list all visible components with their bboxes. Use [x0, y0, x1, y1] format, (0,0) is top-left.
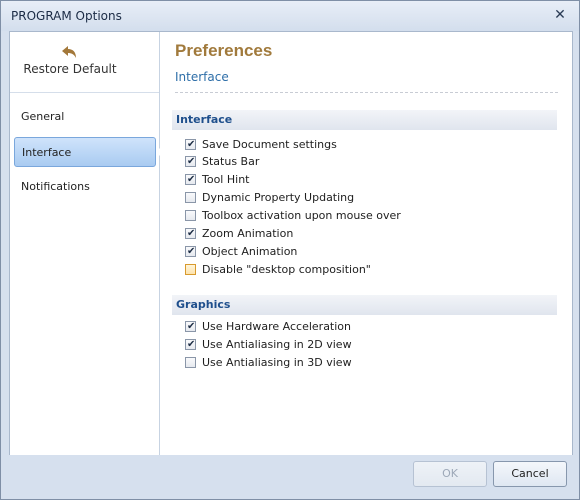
dialog-footer: OK Cancel: [1, 455, 579, 499]
cancel-button[interactable]: Cancel: [493, 461, 567, 487]
options-window: PROGRAM Options ✕ Restore Default Genera…: [0, 0, 580, 500]
checkmark-icon: ✔: [187, 156, 196, 167]
option-label: Toolbox activation upon mouse over: [202, 209, 401, 222]
sidebar-item-label: General: [21, 110, 65, 123]
undo-arrow-icon: [62, 46, 76, 58]
divider: [175, 92, 558, 93]
checkbox[interactable]: ✔: [185, 228, 196, 239]
sidebar-item-label: Notifications: [21, 180, 90, 193]
checkmark-icon: ✔: [187, 139, 196, 150]
restore-default-button[interactable]: Restore Default: [10, 32, 159, 93]
sidebar: Restore Default General Interface Notifi…: [10, 32, 163, 455]
options-frame: Restore Default General Interface Notifi…: [9, 31, 573, 456]
ok-button[interactable]: OK: [413, 461, 487, 487]
checkbox[interactable]: ✔: [185, 321, 196, 332]
window-title: PROGRAM Options: [11, 9, 122, 23]
sidebar-item-interface[interactable]: Interface: [14, 137, 163, 167]
checkbox[interactable]: [185, 264, 196, 275]
checkbox[interactable]: ✔: [185, 339, 196, 350]
section-header-graphics: Graphics: [172, 295, 557, 315]
option-label: Status Bar: [202, 155, 260, 168]
checkbox[interactable]: ✔: [185, 246, 196, 257]
checkbox[interactable]: ✔: [185, 156, 196, 167]
option-label: Tool Hint: [202, 173, 250, 186]
page-subtitle: Interface: [175, 70, 229, 84]
sidebar-item-general[interactable]: General: [14, 102, 156, 132]
checkmark-icon: ✔: [187, 174, 196, 185]
checkbox[interactable]: ✔: [185, 139, 196, 150]
checkbox[interactable]: ✔: [185, 174, 196, 185]
checkbox[interactable]: [185, 210, 196, 221]
close-icon[interactable]: ✕: [553, 8, 567, 22]
option-label: Disable "desktop composition": [202, 263, 371, 276]
option-label: Dynamic Property Updating: [202, 191, 355, 204]
checkmark-icon: ✔: [187, 246, 196, 257]
option-label: Use Hardware Acceleration: [202, 320, 352, 333]
option-label: Save Document settings: [202, 138, 337, 151]
sidebar-item-notifications[interactable]: Notifications: [14, 172, 156, 202]
option-label: Use Antialiasing in 2D view: [202, 338, 352, 351]
section-header-interface: Interface: [172, 110, 557, 130]
checkbox[interactable]: [185, 192, 196, 203]
preferences-panel: Preferences Interface Interface ✔ Save D…: [160, 32, 572, 455]
checkbox[interactable]: [185, 357, 196, 368]
title-bar: PROGRAM Options ✕: [1, 1, 579, 31]
option-label: Zoom Animation: [202, 227, 294, 240]
sidebar-item-label: Interface: [22, 146, 72, 159]
restore-default-label: Restore Default: [23, 62, 117, 76]
checkmark-icon: ✔: [187, 339, 196, 350]
option-label: Object Animation: [202, 245, 298, 258]
checkmark-icon: ✔: [187, 321, 196, 332]
checkmark-icon: ✔: [187, 228, 196, 239]
option-label: Use Antialiasing in 3D view: [202, 356, 352, 369]
page-title: Preferences: [175, 41, 273, 60]
